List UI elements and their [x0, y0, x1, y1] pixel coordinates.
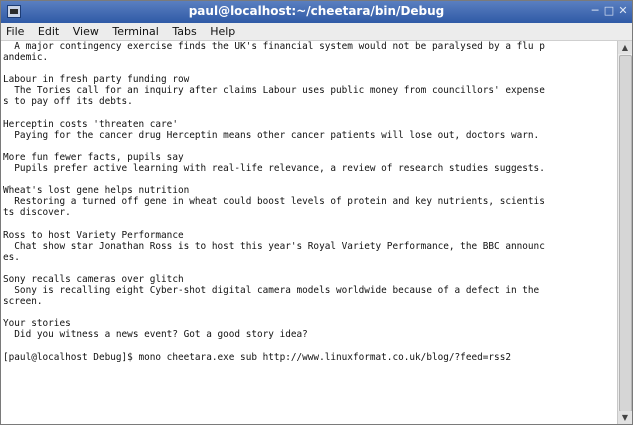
terminal-line: Did you witness a news event? Got a good…: [3, 329, 308, 341]
close-icon[interactable]: ✕: [616, 4, 630, 18]
terminal-line: Pupils prefer active learning with real-…: [3, 163, 545, 175]
terminal-line: [paul@localhost Debug]$ mono cheetara.ex…: [3, 351, 511, 363]
terminal-line: Ross to host Variety Performance: [3, 229, 184, 241]
terminal-line: Sony recalls cameras over glitch: [3, 273, 184, 285]
terminal-line: Wheat's lost gene helps nutrition: [3, 185, 190, 197]
terminal-line: es.: [3, 251, 20, 263]
menu-edit[interactable]: Edit: [33, 23, 64, 38]
terminal-line: Herceptin costs 'threaten care': [3, 118, 178, 130]
menu-file[interactable]: File: [1, 23, 29, 38]
terminal-line: Chat show star Jonathan Ross is to host …: [3, 240, 545, 252]
title-bar[interactable]: paul@localhost:~/cheetara/bin/Debug ─ □ …: [1, 1, 632, 23]
menu-tabs[interactable]: Tabs: [167, 23, 201, 38]
maximize-icon[interactable]: □: [602, 4, 616, 18]
terminal-line: Labour in fresh party funding row: [3, 74, 190, 86]
terminal-line: The Tories call for an inquiry after cla…: [3, 85, 545, 97]
terminal-line: More fun fewer facts, pupils say: [3, 151, 184, 163]
terminal-window: paul@localhost:~/cheetara/bin/Debug ─ □ …: [0, 0, 633, 425]
menu-help[interactable]: Help: [205, 23, 240, 38]
terminal-line: Your stories: [3, 318, 71, 330]
menu-view[interactable]: View: [68, 23, 104, 38]
terminal-line: screen.: [3, 296, 43, 308]
scrollbar-thumb[interactable]: [619, 55, 632, 412]
minimize-icon[interactable]: ─: [588, 4, 602, 18]
menu-terminal[interactable]: Terminal: [107, 23, 164, 38]
terminal-line: s to pay off its debts.: [3, 96, 133, 108]
terminal-line: A major contingency exercise finds the U…: [3, 41, 545, 52]
scroll-down-arrow-icon[interactable]: ▼: [618, 411, 632, 424]
terminal-line: andemic.: [3, 52, 49, 64]
terminal-line: ts discover.: [3, 207, 71, 219]
menu-bar: File Edit View Terminal Tabs Help: [1, 23, 632, 41]
window-title: paul@localhost:~/cheetara/bin/Debug: [188, 4, 445, 18]
terminal-line: Paying for the cancer drug Herceptin mea…: [3, 129, 540, 141]
terminal-line: Restoring a turned off gene in wheat cou…: [3, 196, 545, 208]
vertical-scrollbar[interactable]: ▲ ▼: [617, 41, 632, 424]
terminal-output[interactable]: A major contingency exercise finds the U…: [3, 41, 616, 424]
scroll-up-arrow-icon[interactable]: ▲: [618, 41, 632, 54]
terminal-line: Sony is recalling eight Cyber-shot digit…: [3, 285, 540, 297]
